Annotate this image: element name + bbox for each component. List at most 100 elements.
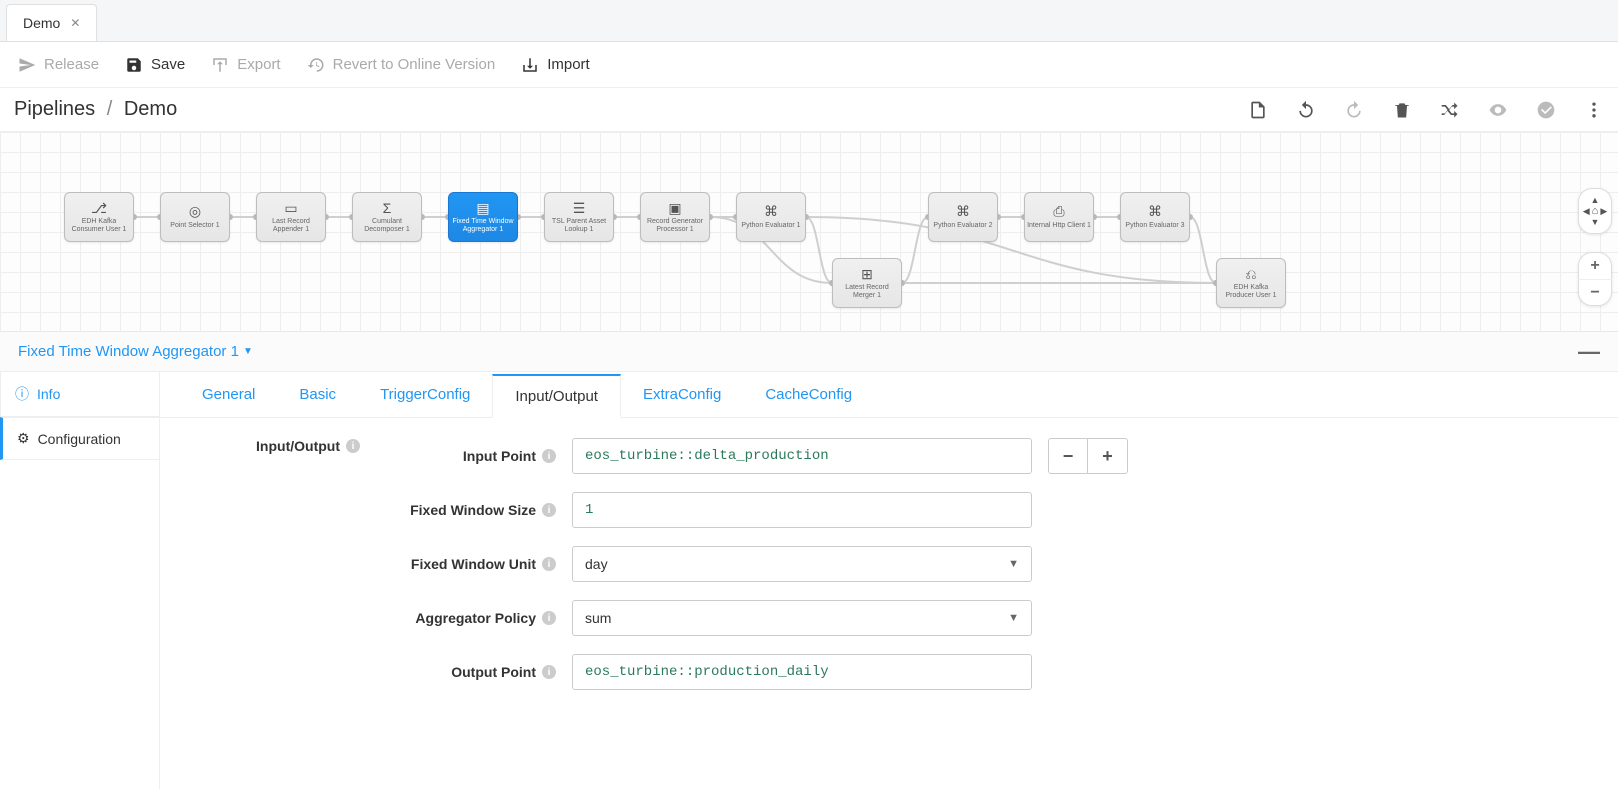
chevron-down-icon: ▼ [1008, 612, 1019, 624]
undo-icon[interactable] [1296, 100, 1316, 120]
window-unit-select[interactable]: day ▼ [572, 546, 1032, 582]
node-icon: ⎌ [1245, 267, 1256, 282]
release-button[interactable]: Release [18, 56, 99, 74]
node-label: EDH Kafka Consumer User 1 [67, 218, 131, 233]
subtab-cacheconfig[interactable]: CacheConfig [743, 374, 874, 417]
save-icon [125, 56, 143, 74]
subtab-input-output[interactable]: Input/Output [492, 374, 621, 418]
subtab-general[interactable]: General [180, 374, 277, 417]
window-unit-value: day [585, 556, 608, 572]
export-icon [211, 56, 229, 74]
history-icon [307, 56, 325, 74]
save-label: Save [151, 56, 185, 73]
node-label: Python Evaluator 1 [741, 222, 800, 230]
policy-label: Aggregator Policy i [376, 609, 556, 627]
window-size-field[interactable] [572, 492, 1032, 528]
breadcrumb: Pipelines / Demo [14, 98, 177, 121]
help-icon[interactable]: i [346, 439, 360, 453]
node-icon: ⊞ [861, 267, 873, 282]
chevron-down-icon: ▼ [1008, 558, 1019, 570]
node-label: Point Selector 1 [170, 222, 219, 230]
toolbar: Release Save Export Revert to Online Ver… [0, 42, 1618, 88]
node-label: Python Evaluator 3 [1125, 222, 1184, 230]
close-icon[interactable]: ✕ [70, 16, 80, 30]
help-icon[interactable]: i [542, 665, 556, 679]
gear-icon: ⚙ [17, 430, 30, 447]
save-button[interactable]: Save [125, 56, 185, 74]
subtab-basic[interactable]: Basic [277, 374, 358, 417]
selected-node-dropdown[interactable]: Fixed Time Window Aggregator 1 ▼ [18, 343, 253, 360]
left-tab-info[interactable]: ⓘ Info [0, 372, 159, 417]
help-icon[interactable]: i [542, 449, 556, 463]
release-label: Release [44, 56, 99, 73]
shuffle-icon[interactable] [1440, 100, 1460, 120]
zoom-in-button[interactable]: + [1578, 253, 1612, 279]
output-point-field[interactable] [572, 654, 1032, 690]
pipeline-node[interactable]: ⌘Python Evaluator 1 [736, 192, 806, 242]
pipeline-node[interactable]: ΣCumulant Decomposer 1 [352, 192, 422, 242]
node-icon: ▭ [284, 201, 297, 216]
pipeline-node[interactable]: ⎇ EDH Kafka Consumer User 1 [64, 192, 134, 242]
document-icon[interactable] [1248, 100, 1268, 120]
pipeline-node[interactable]: ☰TSL Parent Asset Lookup 1 [544, 192, 614, 242]
import-button[interactable]: Import [521, 56, 590, 74]
left-tab-config-label: Configuration [38, 431, 121, 447]
policy-select[interactable]: sum ▼ [572, 600, 1032, 636]
export-button[interactable]: Export [211, 56, 280, 74]
pipeline-node[interactable]: ⎙Internal Http Client 1 [1024, 192, 1094, 242]
config-panel-header: Fixed Time Window Aggregator 1 ▼ — [0, 332, 1618, 372]
pipeline-canvas[interactable]: ⎇ EDH Kafka Consumer User 1 ◎Point Selecto… [0, 132, 1618, 331]
section-label: Input/Output i [200, 438, 360, 454]
node-label: EDH Kafka Producer User 1 [1219, 284, 1283, 299]
pipeline-node[interactable]: ⌘ Python Evaluator 3 [1120, 192, 1190, 242]
remove-item-button[interactable]: − [1048, 438, 1088, 474]
revert-button[interactable]: Revert to Online Version [307, 56, 496, 74]
canvas-pan-control[interactable]: ▲ ◀⌂▶ ▼ [1578, 188, 1612, 234]
output-point-label: Output Point i [376, 663, 556, 681]
editor-tab-bar: Demo ✕ [0, 0, 1618, 42]
export-label: Export [237, 56, 280, 73]
selected-node-name: Fixed Time Window Aggregator 1 [18, 343, 239, 360]
help-icon[interactable]: i [542, 557, 556, 571]
zoom-out-button[interactable]: − [1578, 279, 1612, 305]
input-point-label: Input Point i [376, 447, 556, 465]
subtab-extraconfig[interactable]: ExtraConfig [621, 374, 743, 417]
add-remove-buttons: − + [1048, 438, 1148, 474]
pipeline-node[interactable]: ▤Fixed Time Window Aggregator 1 [448, 192, 518, 242]
node-icon: ⌘ [1148, 204, 1162, 219]
pipeline-node[interactable]: ▣Record Generator Processor 1 [640, 192, 710, 242]
add-item-button[interactable]: + [1088, 438, 1128, 474]
policy-value: sum [585, 610, 611, 626]
config-panel-body: ⓘ Info ⚙ Configuration GeneralBasicTrigg… [0, 372, 1618, 789]
pipeline-node[interactable]: ⌘Python Evaluator 2 [928, 192, 998, 242]
pipeline-canvas-wrap: ⎇ EDH Kafka Consumer User 1 ◎Point Selecto… [0, 132, 1618, 332]
breadcrumb-bar: Pipelines / Demo [0, 88, 1618, 132]
trash-icon[interactable] [1392, 100, 1412, 120]
editor-tab-demo[interactable]: Demo ✕ [6, 4, 97, 41]
check-circle-icon[interactable] [1536, 100, 1556, 120]
input-point-field[interactable] [572, 438, 1032, 474]
paper-plane-icon [18, 56, 36, 74]
redo-icon[interactable] [1344, 100, 1364, 120]
more-vertical-icon[interactable] [1584, 100, 1604, 120]
subtab-triggerconfig[interactable]: TriggerConfig [358, 374, 492, 417]
help-icon[interactable]: i [542, 611, 556, 625]
breadcrumb-root[interactable]: Pipelines [14, 98, 95, 120]
minimize-panel-button[interactable]: — [1578, 339, 1600, 365]
help-icon[interactable]: i [542, 503, 556, 517]
node-icon: ▤ [476, 201, 489, 216]
chevron-down-icon: ▼ [243, 346, 253, 357]
pipeline-node[interactable]: ⊞Latest Record Merger 1 [832, 258, 902, 308]
revert-label: Revert to Online Version [333, 56, 496, 73]
left-tab-configuration[interactable]: ⚙ Configuration [0, 417, 159, 460]
import-icon [521, 56, 539, 74]
node-label: Cumulant Decomposer 1 [355, 218, 419, 233]
import-label: Import [547, 56, 590, 73]
pipeline-node[interactable]: ⎌ EDH Kafka Producer User 1 [1216, 258, 1286, 308]
eye-icon[interactable] [1488, 100, 1508, 120]
node-label: Internal Http Client 1 [1027, 222, 1091, 230]
pipeline-node[interactable]: ◎Point Selector 1 [160, 192, 230, 242]
node-label: Python Evaluator 2 [933, 222, 992, 230]
pipeline-node[interactable]: ▭Last Record Appender 1 [256, 192, 326, 242]
node-icon: ⎇ [91, 201, 107, 216]
